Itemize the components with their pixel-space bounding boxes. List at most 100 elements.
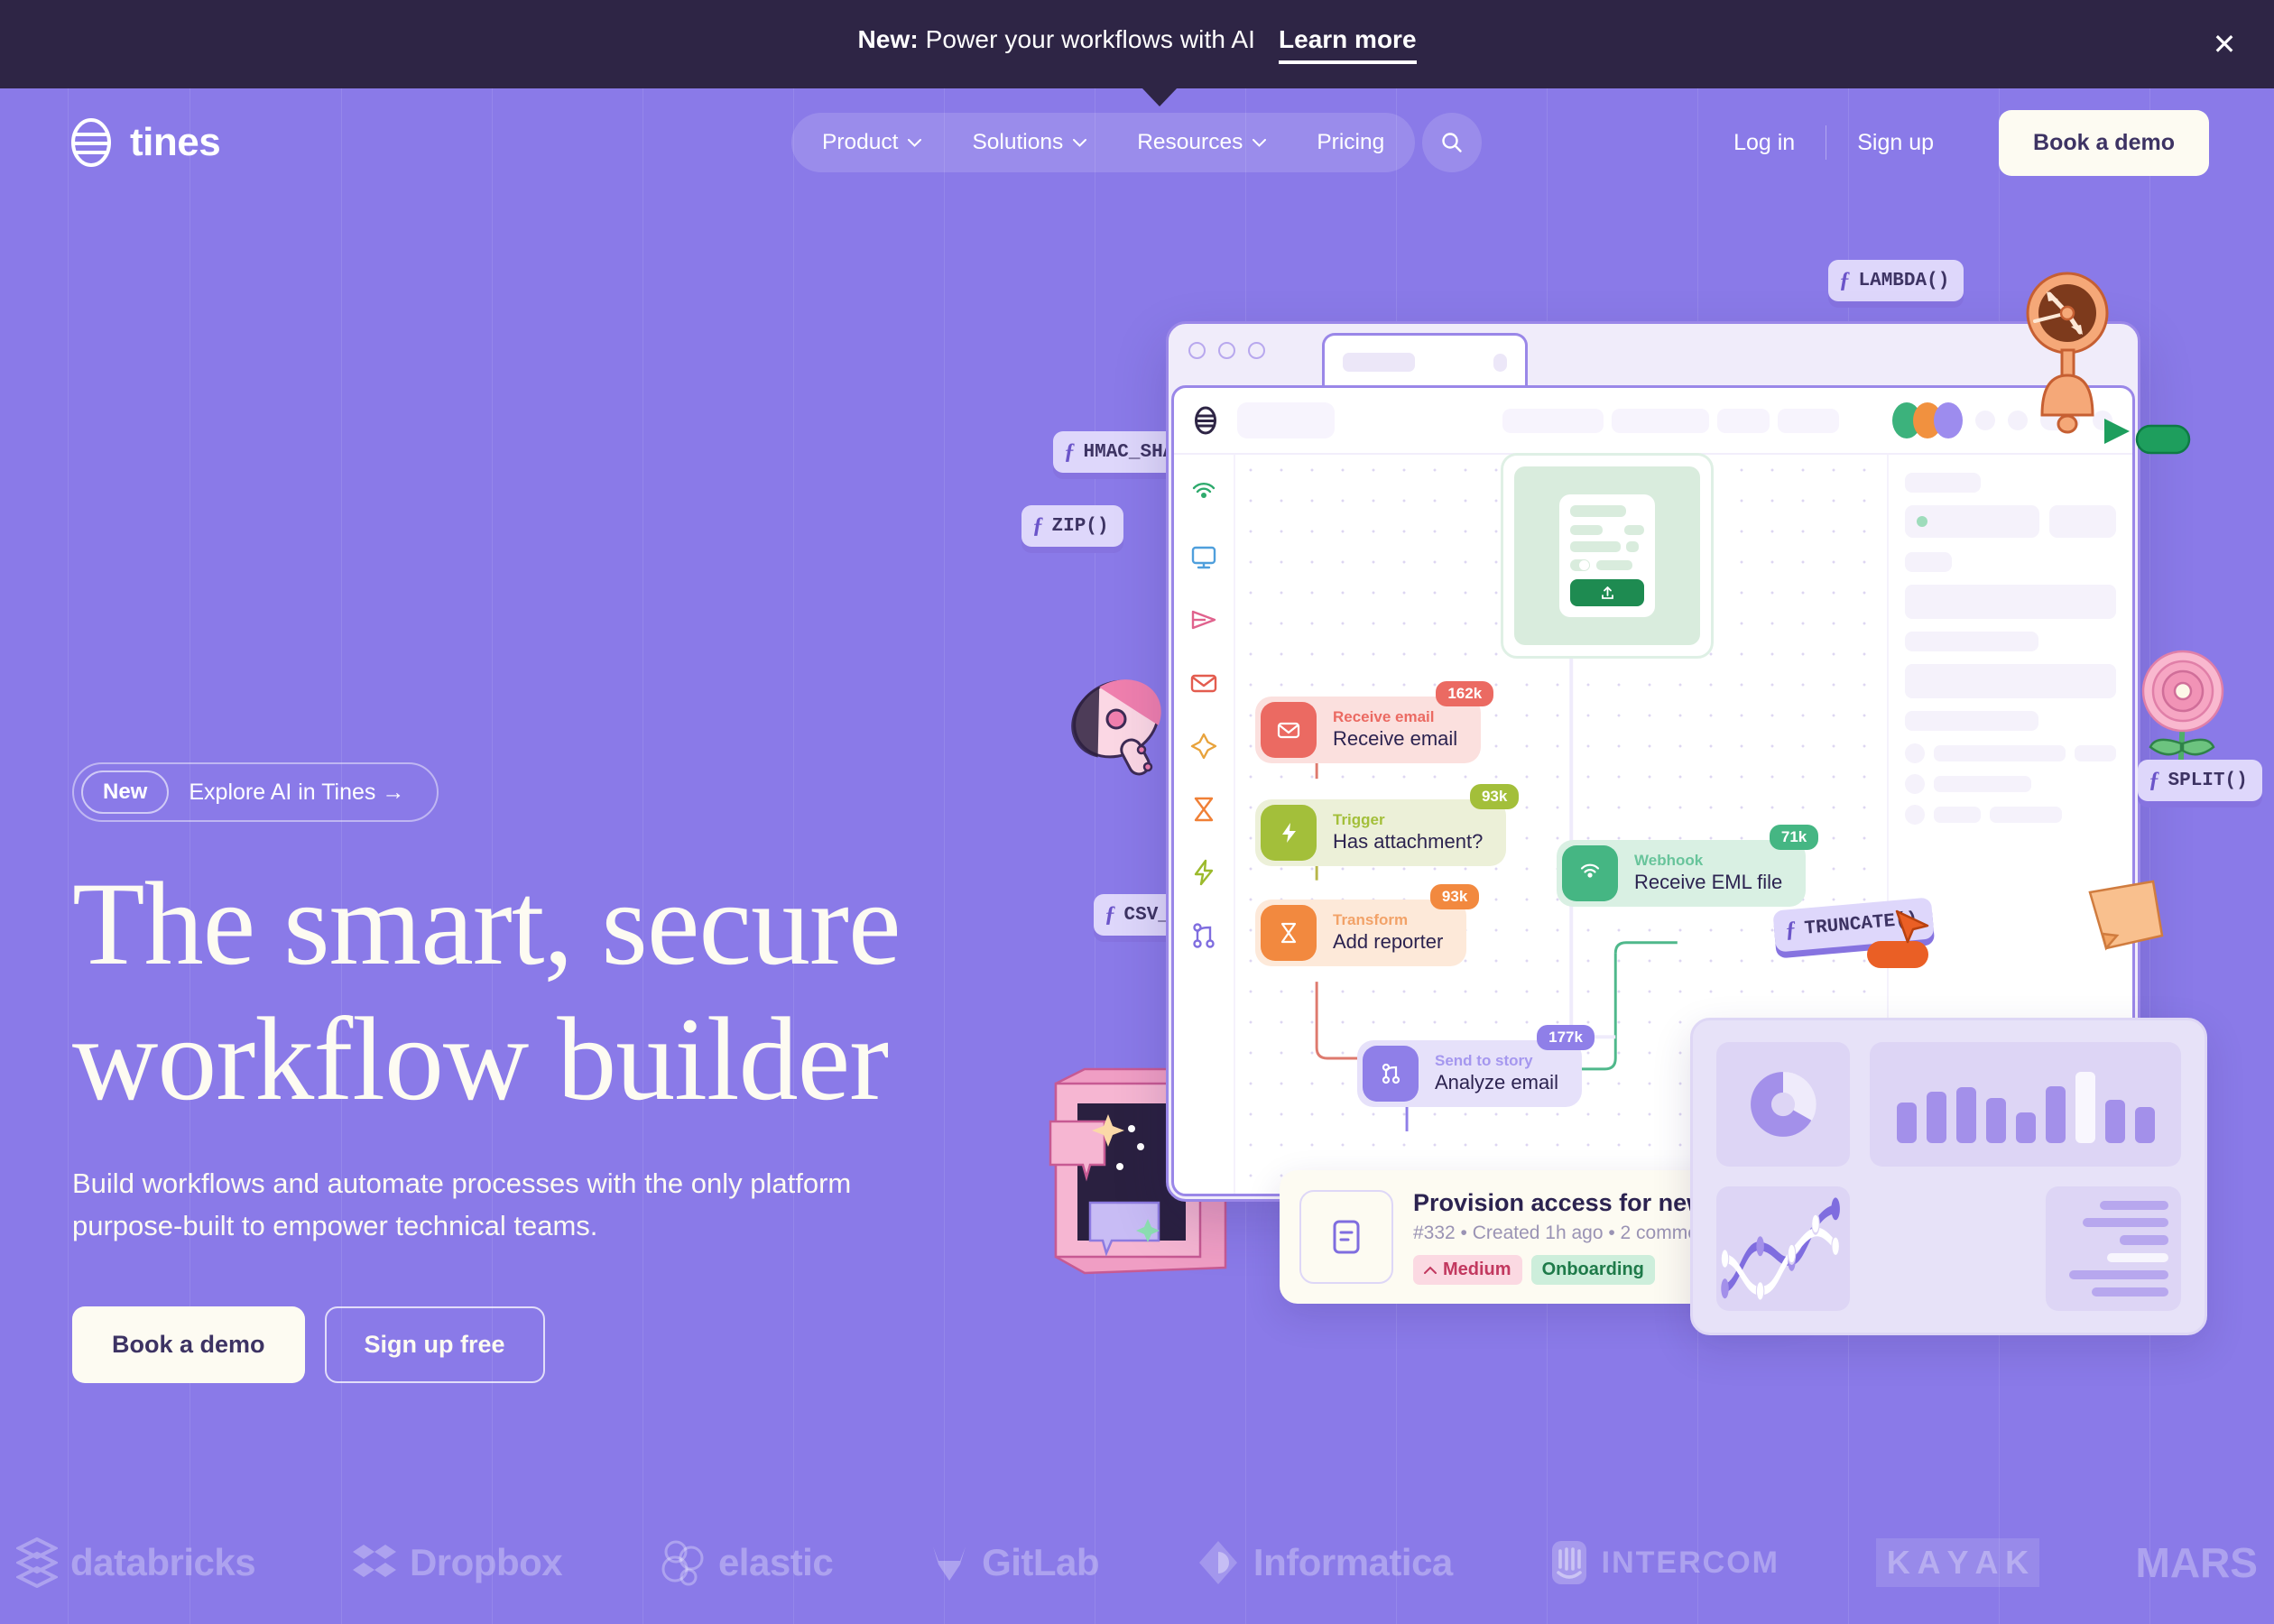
upload-form-card: [1559, 494, 1655, 617]
panel-placeholder: [1905, 711, 2038, 731]
node-name: Receive email: [1333, 727, 1458, 751]
tab-close-placeholder[interactable]: [1493, 353, 1507, 372]
workflow-node-receive-eml[interactable]: Webhook Receive EML file 71k: [1557, 825, 1819, 907]
webhook-icon: [1562, 845, 1618, 901]
form-placeholder: [1626, 541, 1639, 552]
intercom-icon: [1551, 1541, 1586, 1584]
fn-tag-lambda-label: LAMBDA(): [1858, 270, 1950, 291]
page-title: The smart, secure workflow builder: [72, 856, 1029, 1128]
node-kind: Webhook: [1634, 852, 1704, 870]
workflow-node-has-attachment[interactable]: Trigger Has attachment? 93k: [1255, 784, 1520, 866]
nav-item-resources-label: Resources: [1137, 130, 1243, 154]
envelope-icon[interactable]: [1188, 668, 1219, 698]
monitor-icon[interactable]: [1188, 541, 1219, 572]
databricks-icon: [16, 1537, 58, 1588]
app-nav-placeholder[interactable]: [1612, 408, 1709, 433]
tines-logo[interactable]: tines: [70, 117, 221, 168]
upload-button[interactable]: [1570, 579, 1644, 606]
upload-panel: [1501, 453, 1714, 659]
node-body: Send to story Analyze email 177k: [1357, 1025, 1595, 1107]
app-nav-placeholder[interactable]: [1778, 408, 1839, 433]
upload-panel-inner: [1514, 466, 1700, 645]
app-nav-placeholder[interactable]: [1502, 408, 1604, 433]
send-icon[interactable]: [1188, 604, 1219, 635]
task-meta: #332 • Created 1h ago • 2 comme: [1413, 1223, 1698, 1243]
avatar[interactable]: [1934, 402, 1963, 438]
book-a-demo-hero-button[interactable]: Book a demo: [72, 1306, 305, 1384]
logo-kayak: K A Y A K: [1875, 1538, 2039, 1587]
banner-learn-more-link[interactable]: Learn more: [1279, 25, 1417, 64]
tab-title-placeholder: [1343, 353, 1415, 372]
nav-item-pricing[interactable]: Pricing: [1295, 120, 1406, 165]
workflow-node-receive-email[interactable]: Receive email Receive email 162k: [1255, 681, 1494, 763]
hourglass-icon: [1261, 905, 1317, 961]
panel-placeholder: [1934, 807, 1981, 823]
form-toggle-row: [1570, 559, 1644, 571]
toggle-switch[interactable]: [1570, 559, 1590, 571]
workflow-node-add-reporter[interactable]: Transform Add reporter 93k: [1255, 884, 1480, 966]
fn-tag-lambda[interactable]: ƒ LAMBDA(): [1828, 260, 1964, 301]
priority-label: Medium: [1443, 1260, 1511, 1279]
status-dot-icon: [1917, 516, 1927, 527]
sticky-note-decoration: [2088, 880, 2164, 951]
badge-text-label: Explore AI in Tines →: [189, 779, 405, 805]
dropbox-icon: [352, 1545, 396, 1577]
node-count-badge: 71k: [1769, 825, 1819, 850]
webhook-icon[interactable]: [1188, 478, 1219, 509]
logo-databricks: databricks: [16, 1537, 256, 1588]
node-name: Receive EML file: [1634, 871, 1783, 894]
hero-content: New Explore AI in Tines → The smart, sec…: [72, 762, 1029, 1384]
nav-item-product[interactable]: Product: [800, 120, 943, 165]
node-count-badge: 93k: [1429, 884, 1480, 909]
line-chart: [1716, 1186, 1850, 1311]
form-placeholder: [1624, 525, 1644, 535]
bar-chart: [1870, 1042, 2181, 1167]
login-link[interactable]: Log in: [1703, 130, 1826, 156]
fn-tag-zip[interactable]: ƒ ZIP(): [1021, 505, 1123, 547]
branch-icon[interactable]: [1188, 920, 1219, 951]
traffic-light-icon[interactable]: [1248, 341, 1265, 359]
logo-mars-label: MARS: [2135, 1539, 2258, 1586]
panel-placeholder: [1905, 664, 2116, 698]
node-body: Webhook Receive EML file 71k: [1557, 825, 1819, 907]
nav-item-resources[interactable]: Resources: [1115, 120, 1288, 165]
banner-content: New: Power your workflows with AI Learn …: [857, 25, 1417, 64]
app-nav-placeholder[interactable]: [1717, 408, 1770, 433]
node-count-badge: 93k: [1469, 784, 1520, 809]
chevron-up-icon: [1424, 1266, 1437, 1274]
logo-mars: MARS: [2136, 1538, 2258, 1587]
hero-cta-row: Book a demo Sign up free: [72, 1306, 1029, 1384]
category-badge: Onboarding: [1530, 1255, 1655, 1285]
node-body: Receive email Receive email 162k: [1255, 681, 1494, 763]
sparkle-icon[interactable]: [1188, 731, 1219, 761]
panel-status-field[interactable]: [1905, 505, 2039, 538]
fn-tag-split[interactable]: ƒ SPLIT(): [2138, 760, 2262, 801]
workflow-node-analyze-email[interactable]: Send to story Analyze email 177k: [1357, 1025, 1595, 1107]
traffic-light-icon[interactable]: [1218, 341, 1235, 359]
fn-tag-split-label: SPLIT(): [2168, 770, 2248, 791]
main-navigation: tines Product Solutions Resources Pricin…: [0, 88, 2274, 197]
traffic-light-icon[interactable]: [1188, 341, 1206, 359]
node-kind: Receive email: [1333, 708, 1435, 726]
browser-tab[interactable]: [1322, 333, 1528, 389]
app-search-input[interactable]: [1237, 402, 1335, 438]
elastic-icon: [661, 1540, 704, 1586]
sign-up-free-button[interactable]: Sign up free: [324, 1306, 545, 1384]
task-info: Provision access for new #332 • Created …: [1413, 1189, 1706, 1285]
panel-placeholder: [1905, 552, 1952, 572]
logo-gitlab-label: GitLab: [982, 1541, 1100, 1583]
search-button[interactable]: [1422, 113, 1482, 172]
panel-field[interactable]: [2049, 505, 2116, 538]
book-a-demo-button[interactable]: Book a demo: [1999, 109, 2209, 176]
explore-ai-badge[interactable]: New Explore AI in Tines →: [72, 762, 439, 822]
signup-link[interactable]: Sign up: [1826, 130, 1964, 156]
panel-placeholder: [1905, 473, 1981, 493]
customer-logo-strip: databricks Dropbox elastic GitLab Inform…: [0, 1537, 2274, 1588]
nav-item-solutions[interactable]: Solutions: [950, 120, 1108, 165]
avatar-placeholder: [1975, 411, 1995, 430]
close-icon[interactable]: ✕: [2205, 25, 2243, 63]
lightning-icon[interactable]: [1188, 857, 1219, 888]
logo-informatica: Informatica: [1196, 1539, 1453, 1586]
hourglass-icon[interactable]: [1188, 794, 1219, 825]
app-header: [1174, 388, 2132, 455]
